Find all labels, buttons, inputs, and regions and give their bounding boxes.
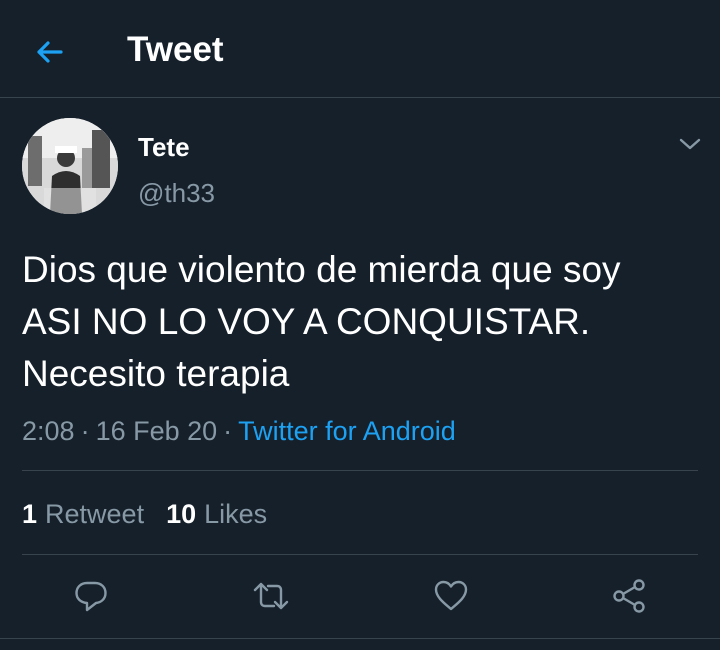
source-client-link[interactable]: Twitter for Android <box>238 416 456 446</box>
engagement-stats: 1 Retweet 10 Likes <box>22 498 267 530</box>
profile-photo <box>22 118 118 214</box>
divider <box>0 638 720 639</box>
retweets-count: 1 <box>22 499 38 529</box>
chevron-down-icon <box>679 138 701 150</box>
avatar[interactable] <box>22 118 118 214</box>
divider <box>22 470 698 471</box>
page-title: Tweet <box>127 30 224 69</box>
retweets-stat[interactable]: 1 Retweet <box>22 499 144 529</box>
tweet-date: 16 Feb 20 <box>95 416 218 446</box>
likes-label: Likes <box>204 499 268 529</box>
separator: · <box>223 416 233 446</box>
likes-count: 10 <box>166 499 197 529</box>
tweet-time: 2:08 <box>22 416 75 446</box>
retweets-label: Retweet <box>45 499 145 529</box>
tweet-text: Dios que violento de mierda que soy ASI … <box>22 249 621 394</box>
divider <box>22 554 698 555</box>
more-options-button[interactable] <box>676 132 704 156</box>
retweet-button[interactable] <box>251 576 291 616</box>
reply-icon <box>75 581 107 612</box>
tweet-metadata: 2:08 · 16 Feb 20 · Twitter for Android <box>22 415 456 447</box>
reply-button[interactable] <box>71 576 111 616</box>
author-handle[interactable]: @th33 <box>138 178 215 208</box>
back-button[interactable] <box>30 32 70 72</box>
likes-stat[interactable]: 10 Likes <box>166 499 267 529</box>
heart-icon <box>434 580 468 611</box>
top-bar: Tweet <box>0 0 720 98</box>
retweet-icon <box>253 582 289 610</box>
share-button[interactable] <box>610 576 650 616</box>
like-button[interactable] <box>431 576 471 616</box>
author-name[interactable]: Tete <box>138 132 190 162</box>
separator: · <box>80 416 90 446</box>
arrow-left-icon <box>37 41 63 63</box>
share-icon <box>613 579 645 613</box>
